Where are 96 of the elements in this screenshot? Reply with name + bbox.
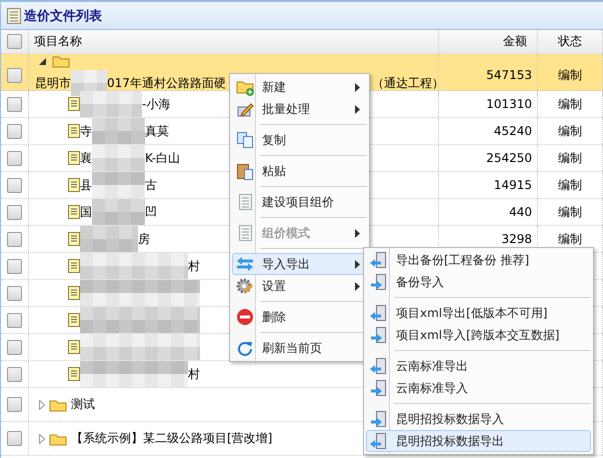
panel-title: 造价文件列表	[24, 8, 102, 24]
export-icon	[370, 357, 388, 375]
row-checkbox[interactable]	[7, 366, 22, 382]
status-text: 编制	[558, 178, 582, 192]
document-icon	[68, 259, 80, 273]
amount-text: 3298	[501, 232, 532, 246]
project-name: 村	[188, 260, 200, 272]
column-header[interactable]: 状态	[558, 35, 582, 48]
project-name: 襄	[80, 152, 92, 164]
import-icon	[370, 326, 388, 344]
project-name: 古	[145, 178, 157, 192]
menu-item[interactable]: 刷新当前页	[232, 337, 367, 359]
document-icon	[68, 313, 80, 327]
project-name: 国	[80, 206, 92, 218]
menu-item[interactable]: 批量处理	[232, 98, 367, 120]
row-checkbox[interactable]	[7, 178, 22, 192]
menu-item[interactable]: 昆明招投标数据导入	[366, 408, 591, 430]
import-icon	[370, 273, 388, 291]
project-name: 【系统示例】某二级公路项目[营改增]	[71, 432, 272, 445]
document-icon	[68, 286, 80, 300]
menu-item[interactable]: 删除	[232, 306, 367, 328]
menu-item[interactable]: 昆明招投标数据导出	[366, 430, 591, 452]
status-text: 编制	[558, 232, 582, 246]
status-text: 编制	[558, 206, 582, 218]
document-icon	[68, 97, 80, 111]
row-checkbox[interactable]	[7, 397, 22, 412]
project-name: -小海	[142, 98, 170, 110]
menu-item[interactable]: 导出备份[工程备份 推荐]	[366, 249, 591, 271]
document-icon	[68, 151, 80, 165]
select-all-checkbox[interactable]	[7, 34, 22, 49]
paste-icon	[236, 162, 254, 180]
expander-icon[interactable]	[39, 58, 46, 64]
status-text: 编制	[558, 152, 582, 164]
project-name: （通达工程）	[372, 76, 444, 90]
row-checkbox[interactable]	[7, 312, 22, 328]
row-checkbox[interactable]	[7, 431, 22, 446]
project-name: 寺	[80, 124, 92, 138]
menu-item[interactable]: 设置	[232, 275, 367, 297]
column-header[interactable]: 项目名称	[34, 35, 82, 48]
project-name: K-白山	[145, 152, 180, 164]
menu-item[interactable]: 项目xml导入[跨版本交互数据]	[366, 324, 591, 346]
list-icon	[7, 8, 21, 24]
document-icon	[68, 340, 80, 354]
row-checkbox[interactable]	[7, 204, 22, 220]
row-checkbox[interactable]	[7, 286, 22, 300]
amount-text: 440	[509, 206, 532, 218]
amount-text: 101310	[486, 98, 532, 110]
export-icon	[370, 251, 388, 269]
swap-arrows-icon	[236, 255, 254, 273]
folder-icon	[49, 398, 67, 412]
export-icon	[370, 304, 388, 322]
delete-icon	[236, 308, 254, 326]
document-icon	[68, 367, 80, 381]
row-checkbox[interactable]	[7, 258, 22, 274]
project-name: 017年通村公路路面硬	[107, 76, 226, 90]
import-icon	[370, 379, 388, 397]
menu-item[interactable]: 项目xml导出[低版本不可用]	[366, 302, 591, 324]
document-icon	[68, 232, 80, 246]
project-name: 昆明市	[35, 76, 71, 90]
refresh-icon	[236, 339, 254, 357]
export-icon	[370, 432, 388, 450]
project-name: 测试	[71, 398, 95, 411]
folder-icon	[49, 432, 67, 446]
amount-text: 254250	[486, 152, 532, 164]
row-checkbox[interactable]	[7, 150, 22, 166]
column-header[interactable]: 金额	[503, 35, 527, 48]
status-text: 编制	[558, 68, 582, 82]
menu-item[interactable]: 云南标准导出	[366, 355, 591, 377]
amount-text: 45240	[494, 124, 532, 138]
project-name: 真莫	[145, 124, 169, 138]
row-checkbox[interactable]	[7, 68, 22, 82]
menu-item[interactable]: 粘贴	[232, 160, 367, 182]
copy-icon	[236, 131, 254, 149]
document-icon	[68, 124, 80, 138]
amount-text: 14915	[494, 178, 532, 192]
row-checkbox[interactable]	[7, 340, 22, 354]
row-checkbox[interactable]	[7, 96, 22, 112]
menu-item[interactable]: 建设项目组价	[232, 191, 367, 213]
document-icon	[68, 178, 80, 192]
project-name: 凹	[145, 206, 157, 218]
project-name: 房	[138, 232, 150, 246]
document-icon	[68, 205, 80, 219]
menu-item[interactable]: 复制	[232, 129, 367, 151]
menu-item[interactable]: 备份导入	[366, 271, 591, 293]
project-name: 县	[80, 178, 92, 192]
document-icon	[236, 224, 254, 242]
gear-icon	[236, 277, 254, 295]
status-text: 编制	[558, 124, 582, 138]
amount-text: 547153	[486, 68, 532, 82]
document-icon	[236, 193, 254, 211]
row-checkbox[interactable]	[7, 124, 22, 138]
import-icon	[370, 410, 388, 428]
status-text: 编制	[558, 98, 582, 110]
project-name: 村	[188, 368, 200, 380]
menu-item[interactable]: 云南标准导入	[366, 377, 591, 399]
row-checkbox[interactable]	[7, 232, 22, 246]
